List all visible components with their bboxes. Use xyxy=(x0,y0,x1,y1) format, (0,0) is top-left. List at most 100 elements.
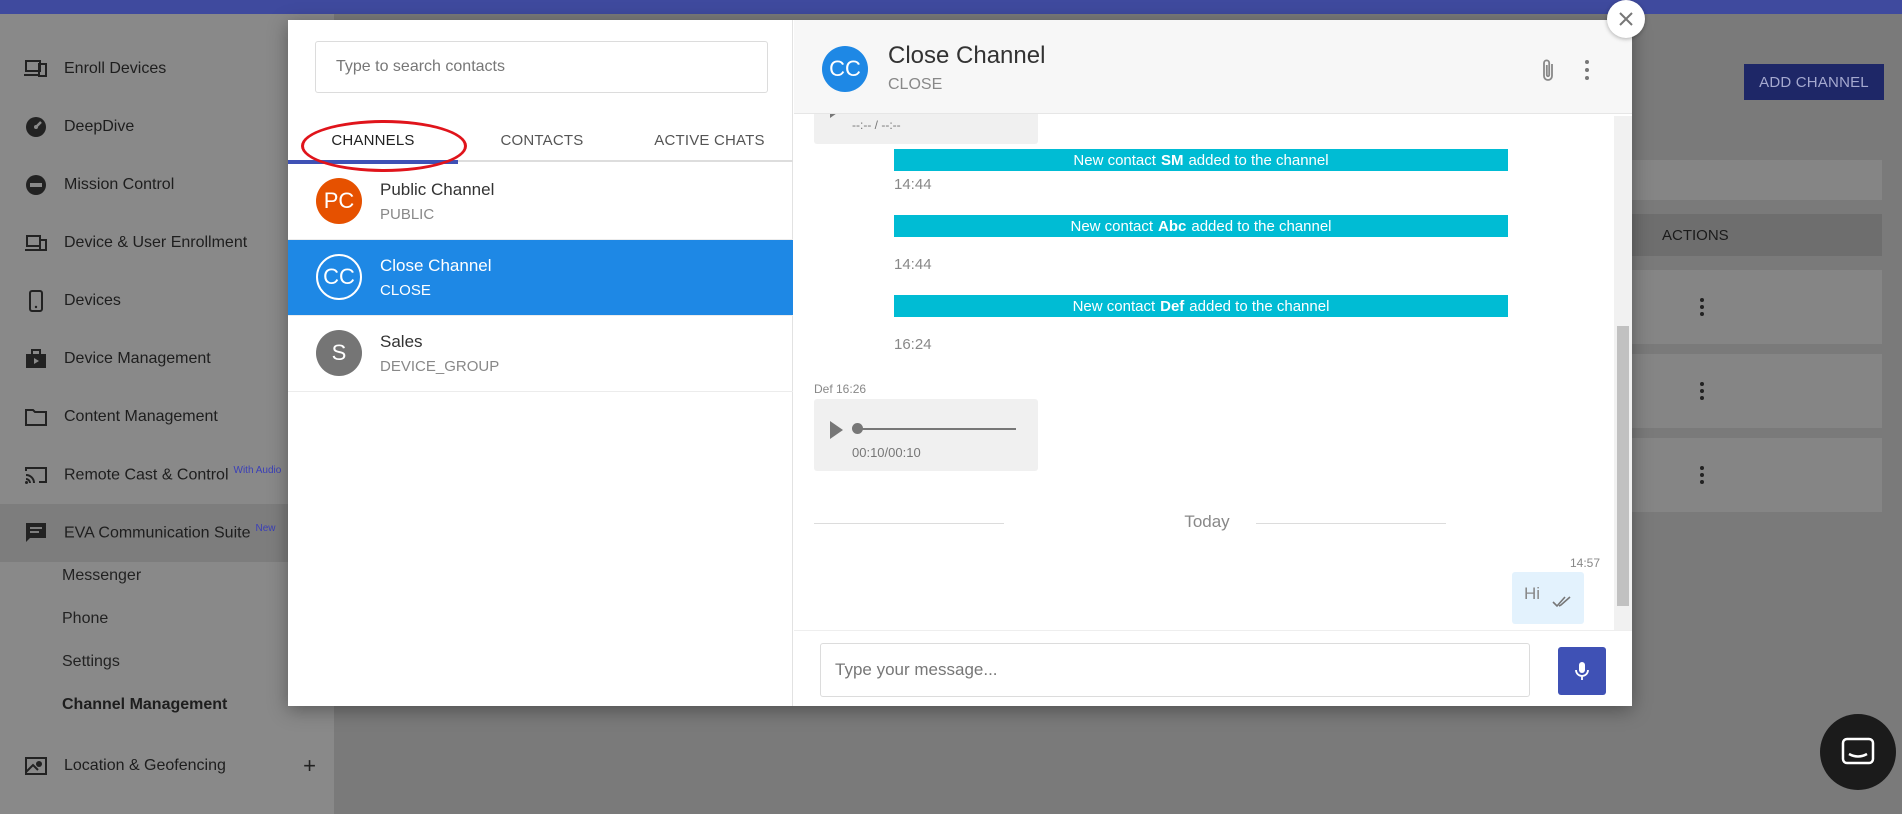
sidebar-subitem-phone[interactable]: Phone xyxy=(62,610,108,628)
sidebar-item-location-geofencing[interactable]: Location & Geofencing + xyxy=(0,737,334,795)
row-menu-icon[interactable] xyxy=(1700,382,1704,400)
sidebar-item-devices[interactable]: Devices xyxy=(0,272,334,330)
message-scrollbar[interactable] xyxy=(1614,116,1632,630)
scrollbar-thumb[interactable] xyxy=(1617,326,1629,606)
system-message-text: New contact xyxy=(1073,151,1156,169)
read-receipt-icon xyxy=(1552,596,1571,608)
audio-duration: 00:10/00:10 xyxy=(852,445,921,460)
phone-icon xyxy=(24,289,48,313)
day-divider-label: Today xyxy=(1184,512,1230,531)
sidebar-item-label: EVA Communication Suite New xyxy=(64,523,275,542)
contact-name: Abc xyxy=(1158,217,1187,235)
channel-type: DEVICE_GROUP xyxy=(380,358,500,375)
contact-name: Def xyxy=(1160,297,1185,315)
cast-icon xyxy=(24,463,48,487)
expand-icon[interactable]: + xyxy=(303,753,316,779)
system-message-text: added to the channel xyxy=(1189,297,1330,315)
audio-time: --:-- / --:-- xyxy=(852,118,901,132)
sidebar-badge: New xyxy=(255,523,276,535)
sidebar-item-label: Device Management xyxy=(64,350,211,367)
devices-icon xyxy=(24,231,48,255)
channel-name: Close Channel xyxy=(380,256,492,275)
play-icon[interactable] xyxy=(828,421,844,439)
microphone-icon xyxy=(1575,662,1589,680)
outgoing-message: Hi xyxy=(1512,572,1584,624)
system-message: New contact SM added to the channel xyxy=(894,149,1508,171)
chat-pane: CC Close Channel CLOSE --:-- / --:-- New… xyxy=(794,20,1632,706)
support-chat-launcher[interactable] xyxy=(1820,714,1896,790)
sidebar-item-label: Content Management xyxy=(64,408,218,425)
sidebar-item-device-user-enrollment[interactable]: Device & User Enrollment xyxy=(0,214,334,272)
audio-message: --:-- / --:-- xyxy=(814,114,1038,144)
contact-name: SM xyxy=(1160,151,1184,169)
gauge-icon xyxy=(24,115,48,139)
table-search-row xyxy=(1630,160,1882,200)
sidebar-subitem-messenger[interactable]: Messenger xyxy=(62,567,141,585)
audio-progress-track[interactable] xyxy=(858,428,1016,430)
message-list: --:-- / --:-- New contact SM added to the … xyxy=(794,114,1632,630)
sidebar: Enroll Devices DeepDive Mission Control … xyxy=(0,14,334,814)
channel-type: CLOSE xyxy=(380,282,431,299)
system-message-text: New contact xyxy=(1070,217,1154,235)
channel-type: PUBLIC xyxy=(380,206,435,223)
channel-name: Sales xyxy=(380,332,423,351)
sidebar-item-text: Remote Cast & Control xyxy=(64,466,229,484)
message-time: 14:44 xyxy=(894,256,932,273)
channel-item-close[interactable]: CC Close Channel CLOSE xyxy=(288,240,793,316)
message-input[interactable]: Type your message... xyxy=(820,643,1530,697)
avatar: S xyxy=(316,330,362,376)
channel-item-public[interactable]: PC Public Channel PUBLIC xyxy=(288,164,793,240)
attachment-icon[interactable] xyxy=(1536,58,1560,84)
tab-active-chats[interactable]: ACTIVE CHATS xyxy=(626,118,793,162)
row-menu-icon[interactable] xyxy=(1700,466,1704,484)
sidebar-subitem-settings[interactable]: Settings xyxy=(62,653,120,671)
close-modal-button[interactable] xyxy=(1607,0,1645,38)
more-options-icon[interactable] xyxy=(1584,60,1590,80)
sidebar-item-label: DeepDive xyxy=(64,118,135,135)
chat-icon xyxy=(24,521,48,545)
sidebar-item-label: Devices xyxy=(64,292,121,309)
sidebar-item-eva-communication-suite[interactable]: EVA Communication Suite New xyxy=(0,504,334,562)
channel-item-sales[interactable]: S Sales DEVICE_GROUP xyxy=(288,316,793,392)
system-message-text: added to the channel xyxy=(1188,151,1329,169)
message-icon xyxy=(1841,737,1875,765)
sidebar-item-mission-control[interactable]: Mission Control xyxy=(0,156,334,214)
enroll-devices-icon xyxy=(24,57,48,81)
sidebar-item-label: Device & User Enrollment xyxy=(64,234,248,251)
channel-list-pane: Type to search contacts CHANNELS CONTACT… xyxy=(288,20,793,706)
contact-search-input[interactable]: Type to search contacts xyxy=(315,41,768,93)
table-row xyxy=(1630,438,1882,512)
table-row xyxy=(1630,270,1882,344)
message-time: 14:44 xyxy=(894,176,932,193)
table-row xyxy=(1630,354,1882,428)
channel-name: Public Channel xyxy=(380,180,495,199)
system-message-text: added to the channel xyxy=(1191,217,1332,235)
messenger-modal: Type to search contacts CHANNELS CONTACT… xyxy=(288,20,1632,706)
sidebar-item-device-management[interactable]: Device Management xyxy=(0,330,334,388)
audio-message: 00:10/00:10 xyxy=(814,399,1038,471)
system-message: New contact Def added to the channel xyxy=(894,295,1508,317)
avatar: PC xyxy=(316,178,362,224)
mission-control-icon xyxy=(24,173,48,197)
message-text: Hi xyxy=(1524,584,1541,603)
row-menu-icon[interactable] xyxy=(1700,298,1704,316)
sidebar-subitem-channel-management[interactable]: Channel Management xyxy=(62,696,227,714)
audio-scrub-handle[interactable] xyxy=(852,423,863,434)
sidebar-item-enroll-devices[interactable]: Enroll Devices xyxy=(0,40,334,98)
avatar: CC xyxy=(822,46,868,92)
sidebar-item-label: Location & Geofencing xyxy=(64,757,226,774)
briefcase-icon xyxy=(24,347,48,371)
tab-contacts[interactable]: CONTACTS xyxy=(458,118,626,162)
map-icon xyxy=(24,754,48,778)
message-composer: Type your message... xyxy=(794,630,1632,706)
chat-status: CLOSE xyxy=(888,76,943,93)
close-icon xyxy=(1619,12,1633,26)
sidebar-item-label: Mission Control xyxy=(64,176,175,193)
add-channel-button[interactable]: ADD CHANNEL xyxy=(1744,64,1884,100)
record-voice-button[interactable] xyxy=(1558,647,1606,695)
sidebar-item-content-management[interactable]: Content Management xyxy=(0,388,334,446)
sidebar-item-remote-cast[interactable]: Remote Cast & Control With Audio xyxy=(0,446,334,504)
folder-icon xyxy=(24,405,48,429)
sidebar-item-deepdive[interactable]: DeepDive xyxy=(0,98,334,156)
play-icon[interactable] xyxy=(828,114,842,118)
